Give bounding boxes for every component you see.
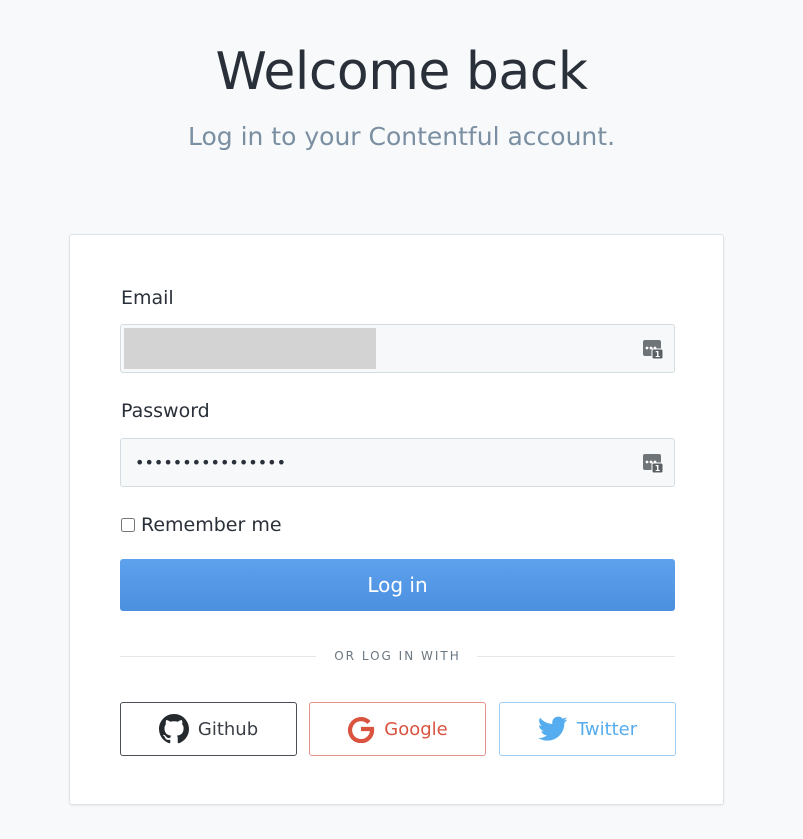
social-divider: OR LOG IN WITH	[120, 647, 675, 665]
github-login-button[interactable]: Github	[120, 702, 297, 756]
svg-text:1: 1	[655, 464, 661, 473]
email-label: Email	[121, 287, 174, 309]
svg-text:1: 1	[655, 350, 661, 359]
twitter-icon	[537, 716, 568, 741]
password-label: Password	[121, 400, 210, 422]
email-field-wrapper: 1	[120, 324, 675, 373]
login-button[interactable]: Log in	[120, 559, 675, 611]
twitter-login-button[interactable]: Twitter	[499, 702, 676, 756]
redacted-email-value	[124, 328, 376, 369]
page-subtitle: Log in to your Contentful account.	[187, 122, 616, 151]
github-label: Github	[197, 718, 259, 740]
google-login-button[interactable]: Google	[309, 702, 486, 756]
remember-me-row[interactable]: Remember me	[120, 513, 282, 537]
google-icon	[348, 717, 375, 743]
remember-me-checkbox[interactable]	[121, 518, 135, 532]
password-manager-icon[interactable]: 1	[642, 452, 664, 474]
twitter-label: Twitter	[576, 718, 638, 740]
login-page: Welcome back Log in to your Contentful a…	[0, 0, 803, 839]
password-manager-icon[interactable]: 1	[642, 338, 664, 360]
password-field[interactable]	[121, 439, 674, 486]
page-title: Welcome back	[215, 42, 588, 102]
login-card: Email 1 Password 1	[69, 234, 724, 805]
github-icon	[158, 714, 189, 744]
google-label: Google	[384, 718, 448, 740]
remember-me-label: Remember me	[141, 514, 282, 536]
divider-line-right	[477, 656, 675, 657]
password-field-wrapper: 1	[120, 438, 675, 487]
